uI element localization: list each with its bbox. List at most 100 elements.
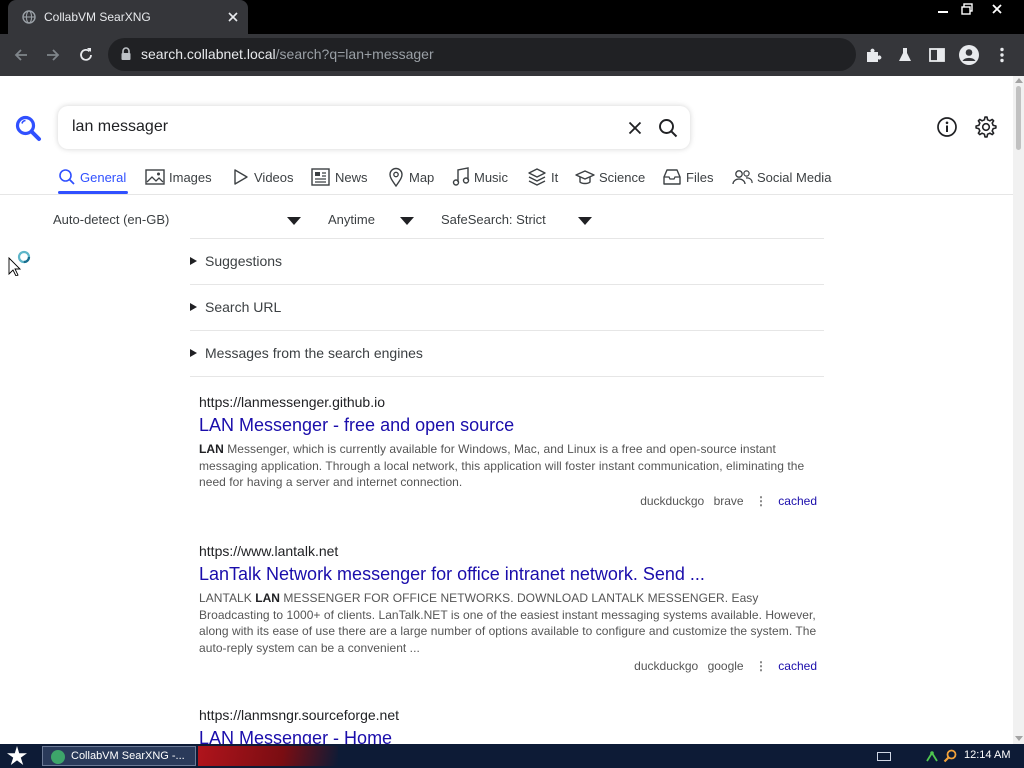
result-engines: duckduckgo brave ⋮ cached bbox=[634, 494, 817, 508]
back-button[interactable] bbox=[9, 43, 33, 67]
tab-files[interactable]: Files bbox=[662, 164, 713, 190]
engine-messages-toggle[interactable]: Messages from the search engines bbox=[190, 330, 824, 376]
search-url-label: Search URL bbox=[205, 299, 282, 315]
result-item: https://www.lantalk.net LanTalk Network … bbox=[199, 543, 819, 683]
safesearch-select[interactable]: SafeSearch: Strict bbox=[441, 212, 546, 227]
layers-icon bbox=[528, 168, 546, 186]
start-star-icon[interactable] bbox=[6, 746, 28, 766]
tab-images[interactable]: Images bbox=[145, 164, 212, 190]
url-text[interactable]: search.collabnet.local/search?q=lan+mess… bbox=[141, 46, 434, 62]
url-path: /search?q=lan+messager bbox=[275, 46, 434, 62]
browser-app-icon bbox=[51, 750, 65, 764]
tab-it[interactable]: It bbox=[527, 164, 558, 190]
tab-news[interactable]: News bbox=[311, 164, 368, 190]
tab-title: CollabVM SearXNG bbox=[44, 10, 151, 24]
result-url[interactable]: https://lanmessenger.github.io bbox=[199, 394, 819, 410]
tab-music-label: Music bbox=[474, 169, 508, 185]
tab-science[interactable]: Science bbox=[575, 164, 645, 190]
vertical-dots-icon: ⋮ bbox=[754, 494, 767, 508]
language-dropdown-arrow-icon[interactable] bbox=[287, 217, 301, 225]
minimize-icon bbox=[938, 11, 948, 13]
snippet-highlight: LAN bbox=[199, 442, 224, 456]
side-panel-icon bbox=[929, 48, 945, 62]
puzzle-icon bbox=[867, 48, 882, 62]
suggestions-label: Suggestions bbox=[205, 253, 283, 269]
close-window-button[interactable] bbox=[982, 0, 1012, 18]
clear-search-button[interactable] bbox=[625, 118, 645, 138]
search-icon bbox=[659, 119, 678, 138]
safesearch-dropdown-arrow-icon[interactable] bbox=[578, 217, 592, 225]
result-engines: duckduckgo google ⋮ cached bbox=[628, 659, 817, 673]
engine-messages-label: Messages from the search engines bbox=[205, 345, 423, 361]
tab-files-label: Files bbox=[686, 169, 714, 185]
page-scrollbar[interactable] bbox=[1013, 76, 1024, 744]
close-icon bbox=[628, 121, 642, 135]
lock-icon bbox=[121, 47, 131, 60]
time-range-select[interactable]: Anytime bbox=[328, 212, 375, 227]
category-divider bbox=[0, 194, 1013, 195]
reload-button[interactable] bbox=[74, 43, 98, 67]
details-divider bbox=[190, 376, 824, 377]
searxng-logo-icon[interactable] bbox=[14, 114, 42, 142]
arrow-left-icon bbox=[14, 49, 27, 61]
result-snippet: LANTALK LAN MESSENGER FOR OFFICE NETWORK… bbox=[199, 590, 819, 656]
time-dropdown-arrow-icon[interactable] bbox=[400, 217, 414, 225]
cached-link[interactable]: cached bbox=[778, 659, 817, 673]
result-title-link[interactable]: LAN Messenger - free and open source bbox=[199, 415, 819, 436]
tab-map[interactable]: Map bbox=[387, 164, 434, 190]
browser-tab[interactable]: CollabVM SearXNG bbox=[8, 0, 248, 34]
tab-map-label: Map bbox=[409, 169, 435, 185]
search-input[interactable]: lan messager bbox=[72, 118, 168, 136]
taskbar-decoration bbox=[198, 746, 338, 766]
arrow-right-icon bbox=[47, 49, 60, 61]
searxng-page: lan messager General Images Videos News … bbox=[0, 76, 1013, 744]
taskbar-window-button[interactable]: CollabVM SearXNG -... bbox=[42, 746, 196, 766]
close-tab-icon[interactable] bbox=[227, 11, 239, 23]
search-submit-button[interactable] bbox=[657, 117, 679, 139]
network-icon[interactable] bbox=[925, 749, 939, 763]
snippet-text-pre: LANTALK bbox=[199, 591, 256, 605]
restore-window-button[interactable] bbox=[952, 0, 982, 18]
tab-music[interactable]: Music bbox=[452, 164, 508, 190]
cached-link[interactable]: cached bbox=[778, 494, 817, 508]
expand-triangle-icon bbox=[190, 349, 197, 357]
inbox-icon bbox=[663, 169, 681, 185]
reload-icon bbox=[80, 48, 92, 61]
suggestions-toggle[interactable]: Suggestions bbox=[190, 238, 824, 284]
taskbar-window-label: CollabVM SearXNG -... bbox=[71, 750, 185, 762]
info-icon[interactable] bbox=[936, 116, 958, 138]
search-icon bbox=[59, 169, 75, 185]
scrollbar-thumb[interactable] bbox=[1016, 86, 1021, 150]
busy-cursor-icon bbox=[8, 250, 31, 276]
tab-general-label: General bbox=[80, 169, 127, 185]
result-title-link[interactable]: LAN Messenger - Home bbox=[199, 728, 819, 744]
music-note-icon bbox=[452, 167, 470, 186]
tab-videos[interactable]: Videos bbox=[232, 164, 294, 190]
result-url[interactable]: https://lanmsngr.sourceforge.net bbox=[199, 707, 819, 723]
keyboard-icon[interactable] bbox=[877, 752, 891, 761]
tab-social-media-label: Social Media bbox=[757, 169, 832, 185]
result-title-link[interactable]: LanTalk Network messenger for office int… bbox=[199, 564, 819, 585]
result-url[interactable]: https://www.lantalk.net bbox=[199, 543, 819, 559]
tab-social-media[interactable]: Social Media bbox=[731, 164, 831, 190]
vertical-dots-icon: ⋮ bbox=[754, 659, 767, 673]
extensions-button[interactable] bbox=[861, 43, 885, 67]
result-item: https://lanmsngr.sourceforge.net LAN Mes… bbox=[199, 707, 819, 744]
forward-button[interactable] bbox=[41, 43, 65, 67]
tab-general[interactable]: General bbox=[58, 164, 126, 190]
search-url-toggle[interactable]: Search URL bbox=[190, 284, 824, 330]
browser-menu-button[interactable] bbox=[990, 43, 1014, 67]
people-icon bbox=[732, 170, 753, 185]
tab-news-label: News bbox=[335, 169, 368, 185]
engine-label: google bbox=[707, 659, 744, 673]
gear-icon[interactable] bbox=[974, 115, 998, 139]
language-select[interactable]: Auto-detect (en-GB) bbox=[53, 212, 169, 227]
restore-icon bbox=[961, 3, 973, 15]
profile-button[interactable] bbox=[957, 43, 981, 67]
browser-titlebar: CollabVM SearXNG bbox=[0, 0, 1024, 34]
scroll-down-arrow-icon[interactable] bbox=[1015, 736, 1023, 741]
scroll-up-arrow-icon[interactable] bbox=[1015, 78, 1023, 83]
labs-button[interactable] bbox=[893, 43, 917, 67]
side-panel-button[interactable] bbox=[925, 43, 949, 67]
magnifier-tray-icon[interactable] bbox=[943, 749, 957, 763]
